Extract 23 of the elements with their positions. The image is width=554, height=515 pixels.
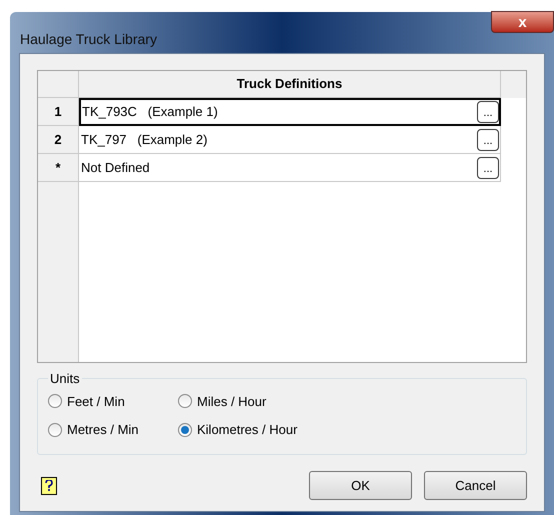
- close-button[interactable]: x: [491, 11, 554, 33]
- unit-radio[interactable]: Kilometres / Hour: [178, 420, 358, 440]
- unit-radio[interactable]: Feet / Min: [48, 392, 178, 411]
- truck-name: TK_793C (Example 1): [82, 103, 218, 122]
- table-cell[interactable]: TK_797 (Example 2) ...: [79, 126, 501, 154]
- ellipsis-button[interactable]: ...: [477, 156, 499, 178]
- dialog-button[interactable]: OK: [309, 471, 412, 500]
- unit-radio[interactable]: Metres / Min: [48, 420, 178, 440]
- row-header: *: [38, 154, 79, 182]
- row-header: 1: [38, 98, 79, 126]
- group-title: Units: [49, 370, 81, 388]
- ellipsis-button[interactable]: ...: [477, 128, 499, 150]
- help-icon[interactable]: [41, 476, 57, 494]
- truck-name: TK_797 (Example 2): [81, 130, 208, 149]
- table-cell[interactable]: Not Defined ...: [79, 154, 501, 182]
- unit-radio[interactable]: Miles / Hour: [178, 392, 358, 411]
- column-header: Truck Definitions: [79, 71, 501, 98]
- dialog-button[interactable]: Cancel: [424, 471, 527, 500]
- window-title: Haulage Truck Library: [20, 32, 157, 46]
- truck-name: Not Defined: [81, 158, 150, 177]
- ellipsis-button[interactable]: ...: [477, 101, 499, 123]
- row-header: 2: [38, 126, 79, 154]
- table-cell[interactable]: TK_793C (Example 1) ...: [79, 98, 501, 126]
